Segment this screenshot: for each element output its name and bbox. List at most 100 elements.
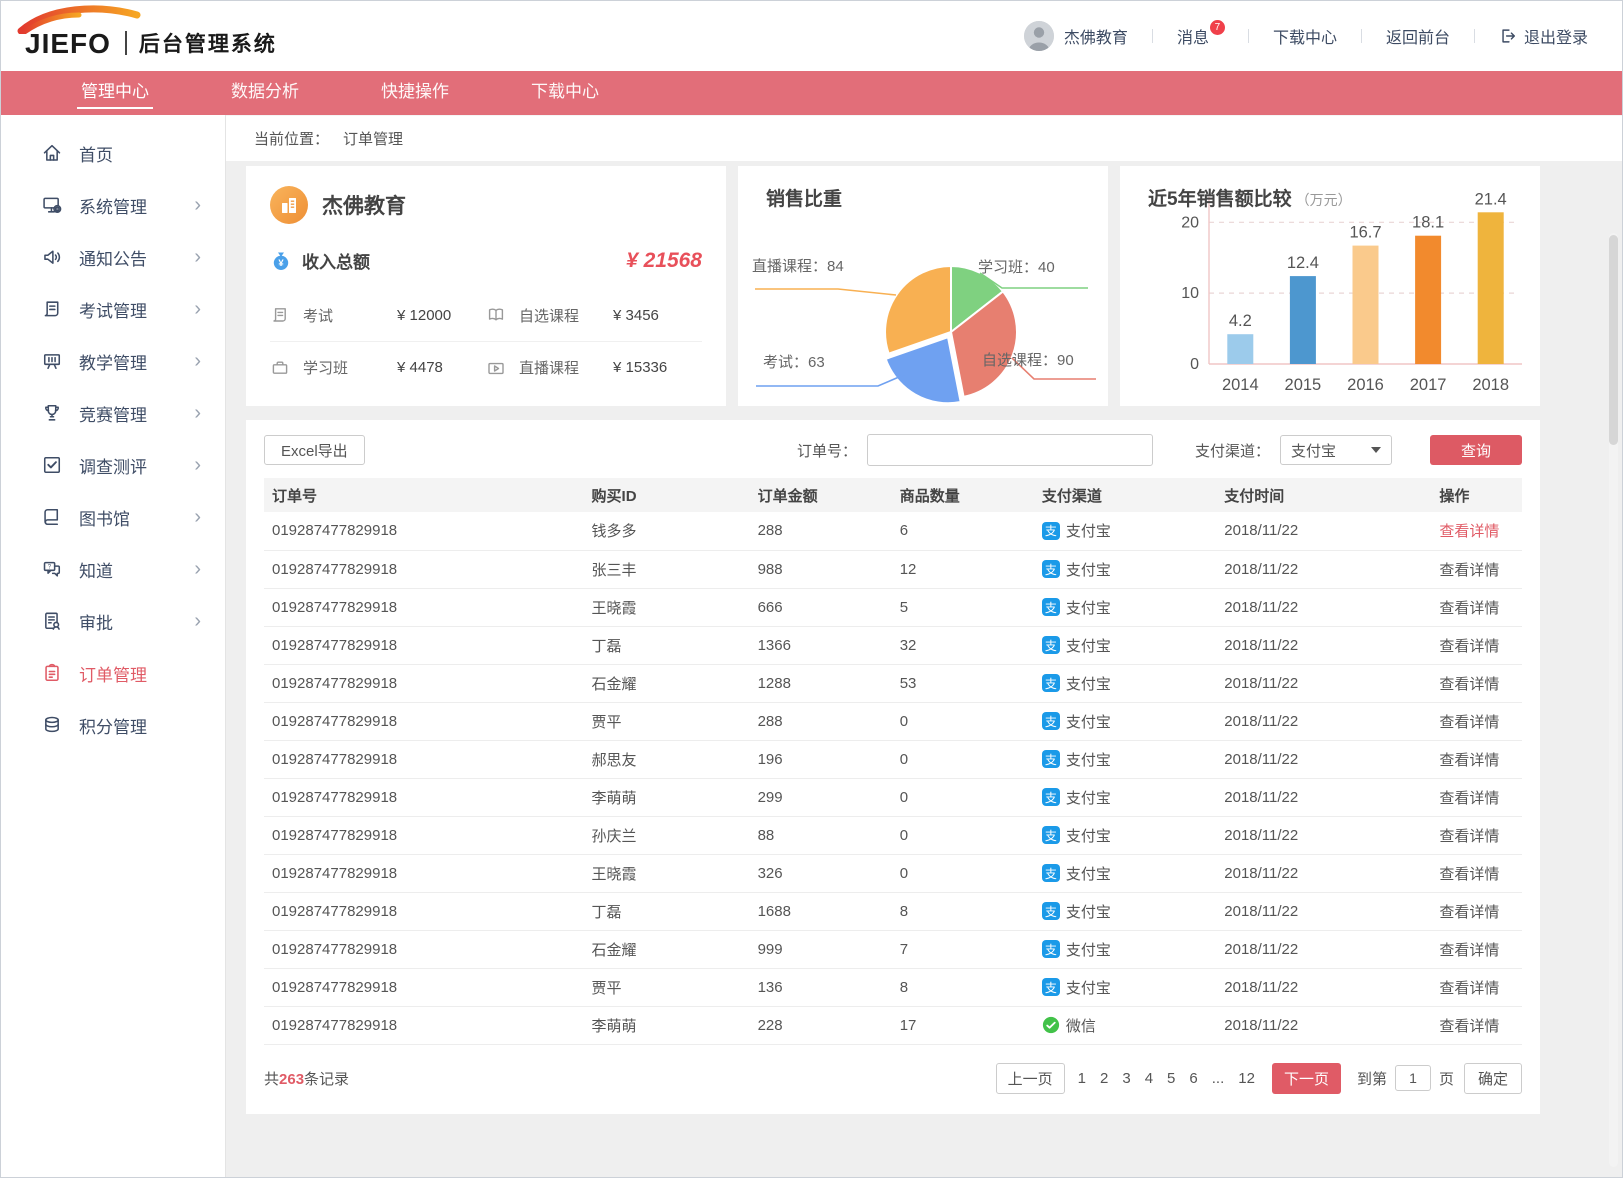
nav-tab-data-analysis[interactable]: 数据分析 [231,71,299,115]
query-button[interactable]: 查询 [1430,435,1522,465]
pay-channel-text: 微信 [1066,1015,1096,1036]
view-details-link[interactable]: 查看详情 [1439,790,1499,807]
scrollbar-thumb[interactable] [1609,235,1618,445]
download-center-link[interactable]: 下载中心 [1273,24,1337,48]
sidebar-item-approval[interactable]: 审批› [1,595,225,647]
cell-pay-channel: 支支付宝 [1034,968,1216,1006]
sidebar-item-library[interactable]: 图书馆› [1,491,225,543]
view-details-link[interactable]: 查看详情 [1439,904,1499,921]
cell-buyer-id: 王晓霞 [584,854,750,892]
pay-channel-text: 支付宝 [1066,977,1111,998]
confirm-button[interactable]: 确定 [1464,1063,1522,1094]
cell-quantity: 0 [892,816,1034,854]
table-row: 019287477829918石金耀128853支支付宝2018/11/22查看… [264,664,1522,702]
alipay-icon: 支 [1042,674,1060,692]
view-details-link[interactable]: 查看详情 [1439,714,1499,731]
library-icon [41,506,63,528]
page-number-4[interactable]: 4 [1145,1070,1153,1087]
page-number-1[interactable]: 1 [1078,1070,1086,1087]
orders-toolbar: Excel导出 订单号： 支付渠道： 支付宝 查询 [246,420,1540,478]
nav-tab-download-center[interactable]: 下载中心 [531,71,599,115]
svg-text:2017: 2017 [1410,376,1447,394]
view-details-link[interactable]: 查看详情 [1439,866,1499,883]
order-icon [41,662,63,684]
view-details-link[interactable]: 查看详情 [1439,828,1499,845]
cell-order-no: 019287477829918 [264,626,584,664]
user-menu[interactable]: 杰佛教育 [1024,21,1128,51]
view-details-link[interactable]: 查看详情 [1439,752,1499,769]
view-details-link[interactable]: 查看详情 [1439,600,1499,617]
column-header: 订单金额 [750,478,892,512]
column-header: 订单号 [264,478,584,512]
cell-amount: 1688 [750,892,892,930]
excel-export-button[interactable]: Excel导出 [264,435,365,465]
page-number-2[interactable]: 2 [1100,1070,1108,1087]
cell-action: 查看详情 [1431,740,1522,778]
bar-chart-unit: （万元） [1296,192,1352,208]
view-details-link[interactable]: 查看详情 [1439,980,1499,997]
view-details-link[interactable]: 查看详情 [1439,562,1499,579]
sidebar-item-teaching-management[interactable]: 教学管理› [1,335,225,387]
sidebar-item-system-management[interactable]: 系统管理› [1,179,225,231]
income-item-label: 直播课程 [519,357,613,378]
view-details-link[interactable]: 查看详情 [1439,942,1499,959]
cell-pay-time: 2018/11/22 [1216,512,1431,550]
income-item-value: ¥ 3456 [613,307,659,324]
nav-tab-quick-actions[interactable]: 快捷操作 [381,71,449,115]
cell-pay-time: 2018/11/22 [1216,930,1431,968]
cell-quantity: 32 [892,626,1034,664]
cell-buyer-id: 贾平 [584,968,750,1006]
view-details-link[interactable]: 查看详情 [1439,638,1499,655]
prev-page-button[interactable]: 上一页 [996,1063,1065,1094]
messages-link[interactable]: 消息 7 [1177,24,1224,48]
cell-order-no: 019287477829918 [264,816,584,854]
scrollbar[interactable] [1609,233,1618,1167]
back-to-front-link[interactable]: 返回前台 [1386,24,1450,48]
page-number-3[interactable]: 3 [1122,1070,1130,1087]
cell-pay-channel: 支支付宝 [1034,740,1216,778]
sidebar-item-knowledge[interactable]: ?知道› [1,543,225,595]
sidebar-item-survey-evaluation[interactable]: 调查测评› [1,439,225,491]
next-page-button[interactable]: 下一页 [1272,1063,1341,1094]
logout-link[interactable]: 退出登录 [1499,24,1588,48]
view-details-link[interactable]: 查看详情 [1439,1018,1499,1035]
pagination-ellipsis: ... [1212,1070,1225,1087]
pay-channel-select[interactable]: 支付宝 [1280,435,1392,465]
cell-quantity: 0 [892,740,1034,778]
organization-icon [270,186,308,224]
view-details-link[interactable]: 查看详情 [1439,523,1499,540]
cell-pay-channel: 支支付宝 [1034,778,1216,816]
income-item-exam: 考试¥ 12000 [270,289,486,341]
page-number-6[interactable]: 6 [1189,1070,1197,1087]
cell-action: 查看详情 [1431,968,1522,1006]
page-number-12[interactable]: 12 [1238,1070,1255,1087]
cell-action: 查看详情 [1431,892,1522,930]
sidebar-item-home[interactable]: 首页 [1,127,225,179]
sidebar-item-label: 竞赛管理 [79,401,147,426]
sidebar-item-points-management[interactable]: 积分管理 [1,699,225,751]
sidebar-item-exam-management[interactable]: 考试管理› [1,283,225,335]
pie-chart-title: 销售比重 [766,184,1108,211]
points-icon [41,714,63,736]
cell-amount: 136 [750,968,892,1006]
logout-icon [1499,27,1517,45]
briefcase-icon [270,358,290,378]
record-count-number: 263 [279,1071,304,1088]
cell-pay-time: 2018/11/22 [1216,740,1431,778]
sidebar-item-order-management[interactable]: 订单管理 [1,647,225,699]
cell-quantity: 6 [892,512,1034,550]
goto-page-input[interactable] [1395,1065,1431,1091]
page-number-5[interactable]: 5 [1167,1070,1175,1087]
order-no-input[interactable] [867,434,1153,466]
view-details-link[interactable]: 查看详情 [1439,676,1499,693]
nav-tab-management-center[interactable]: 管理中心 [81,71,149,115]
alipay-icon: 支 [1042,712,1060,730]
pay-channel-text: 支付宝 [1066,939,1111,960]
cell-pay-time: 2018/11/22 [1216,778,1431,816]
sidebar-item-notice-announcement[interactable]: 通知公告› [1,231,225,283]
pie-label-4: 直播课程：84 [752,255,844,276]
cell-quantity: 0 [892,702,1034,740]
sidebar-item-competition-management[interactable]: 竞赛管理› [1,387,225,439]
cell-action: 查看详情 [1431,550,1522,588]
cell-pay-channel: 支支付宝 [1034,512,1216,550]
